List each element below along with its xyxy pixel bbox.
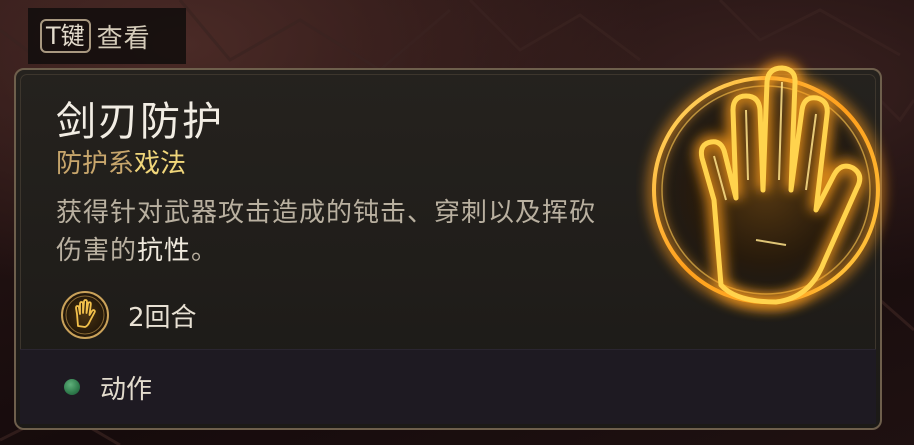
keybind-label: 查看 (96, 23, 151, 54)
spell-school-type: 戏法 (134, 149, 187, 179)
action-type-label: 动作 (100, 374, 153, 405)
keybind-hint[interactable]: T键 查看 (28, 8, 186, 64)
spell-duration: 2回合 (60, 288, 197, 342)
action-footer: 动作 (20, 349, 876, 424)
spell-description-keyword: 抗性 (137, 236, 192, 266)
game-background: T键 查看 剑刃防护 防护系戏法 获得针对武器攻击造成的钝击、穿刺以及挥砍伤害的… (0, 0, 914, 445)
hand-duration-icon (61, 291, 109, 339)
spell-name: 剑刃防护 (56, 99, 224, 145)
duration-value: 2回合 (128, 302, 197, 333)
keybind-key: T键 (40, 19, 91, 53)
spell-school-prefix: 防护系 (56, 149, 135, 179)
spell-description: 获得针对武器攻击造成的钝击、穿刺以及挥砍伤害的抗性。 (56, 194, 616, 270)
spell-school: 防护系戏法 (56, 148, 186, 180)
raised-hand-glowing-icon (647, 60, 885, 310)
green-dot-icon (64, 379, 80, 395)
spell-description-end: 。 (191, 236, 219, 266)
